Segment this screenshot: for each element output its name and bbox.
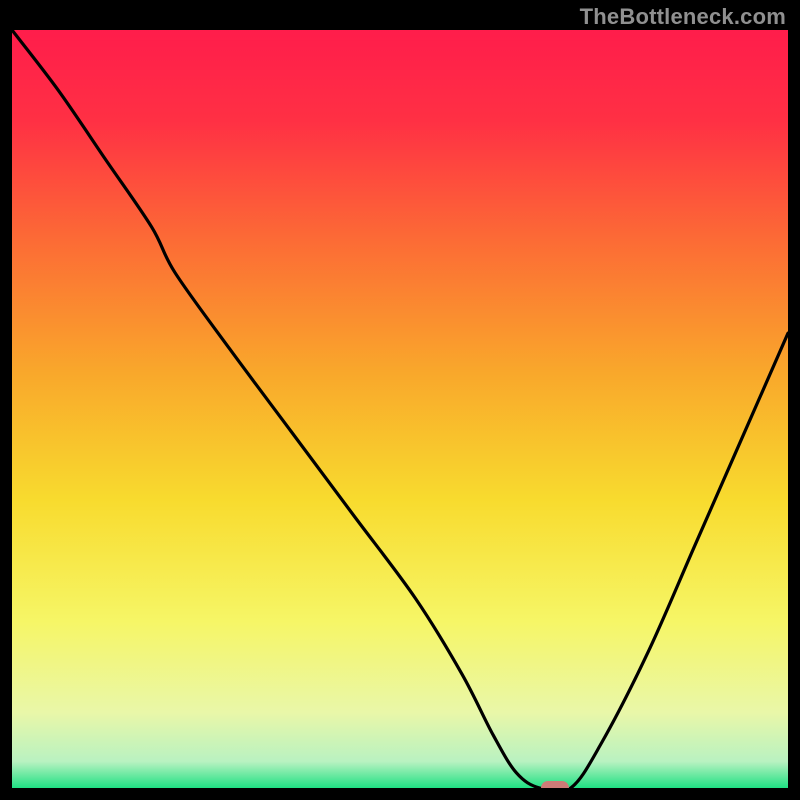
optimal-marker — [541, 781, 569, 788]
watermark-text: TheBottleneck.com — [580, 4, 786, 30]
chart-frame: { "watermark": { "text": "TheBottleneck.… — [0, 0, 800, 800]
plot-area — [12, 30, 788, 788]
bottleneck-curve — [12, 30, 788, 788]
